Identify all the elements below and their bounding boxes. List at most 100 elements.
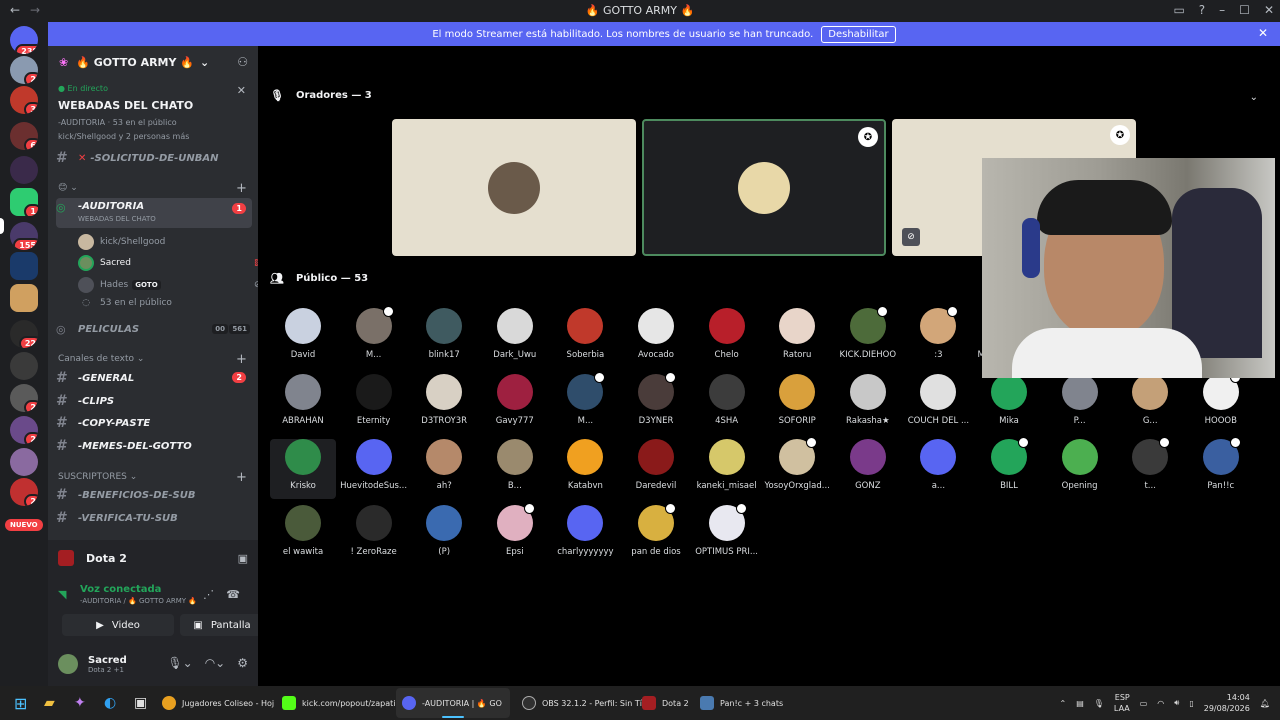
server-icon[interactable]: 6 [10, 122, 38, 150]
invite-icon[interactable]: ⚇ [237, 55, 248, 69]
microphone-icon[interactable]: 🎙︎⌄ [167, 656, 192, 670]
home-icon[interactable]: 238 [10, 26, 38, 54]
voice-channel-info[interactable]: -AUDITORIA / 🔥 GOTTO ARMY 🔥 [80, 597, 248, 605]
voice-user[interactable]: Hades GOTO ⊘ [78, 277, 262, 293]
server-icon-gotto[interactable]: 1 [10, 188, 38, 216]
channel-copy-paste[interactable]: # -COPY-PASTE [56, 413, 252, 433]
voice-user[interactable]: Sacred ▨ [78, 255, 263, 271]
audience-member[interactable]: :3 [905, 306, 971, 368]
taskbar-app-discord[interactable]: -AUDITORIA | 🔥 GO [402, 694, 502, 712]
audience-member[interactable]: P... [1047, 373, 1113, 434]
current-user[interactable]: Sacred Dota 2 +1 🎙︎⌄ ◠⌄ ⚙ [58, 650, 248, 678]
audience-member[interactable]: Katabvn [552, 439, 618, 499]
category-emoji[interactable]: 😊 ⌄ + [58, 181, 247, 196]
volume-icon[interactable]: 🔊︎ [1174, 698, 1179, 708]
audience-member[interactable]: David [270, 308, 336, 368]
audience-member[interactable]: KICK.DIEHOO [835, 306, 901, 368]
channel-clips[interactable]: # -CLIPS [56, 391, 252, 411]
headphones-icon[interactable]: ◠⌄ [205, 656, 226, 670]
taskbar-app[interactable]: kick.com/popout/zapati [282, 694, 396, 712]
add-channel-icon[interactable]: + [236, 470, 247, 485]
audience-member[interactable]: Avocado [623, 308, 689, 368]
noise-suppression-icon[interactable]: ⋰ [203, 588, 214, 601]
audience-member[interactable]: Epsi [482, 502, 548, 565]
server-icon[interactable]: 155 [10, 222, 38, 250]
category-subs[interactable]: SUSCRIPTORES ⌄ + [58, 470, 247, 485]
audience-member[interactable]: D3YNER [623, 371, 689, 434]
server-icon[interactable]: 2 [10, 478, 38, 506]
audience-member[interactable]: YosoyOrxglad... [764, 437, 830, 499]
channel-peliculas[interactable]: ◎ PELICULAS 00 561 [56, 319, 252, 339]
audience-member[interactable]: Eternity [341, 373, 407, 434]
audience-member[interactable]: SOFORIP [764, 373, 830, 434]
help-icon[interactable]: ? [1199, 3, 1205, 17]
activity-icon[interactable]: ▣ [238, 552, 248, 565]
server-icon[interactable]: 2 [10, 384, 38, 412]
audience-member[interactable]: GONZ [835, 439, 901, 499]
audience-member[interactable]: Ratoru [764, 308, 830, 368]
taskbar-app[interactable]: Dota 2 [642, 694, 689, 712]
channel-auditoria[interactable]: ◎ -AUDITORIA WEBADAS DEL CHATO 1 [56, 198, 252, 228]
voice-user[interactable]: kick/Shellgood [78, 234, 165, 250]
audience-member[interactable]: ABRAHAN [270, 373, 336, 434]
audience-member[interactable]: M... [341, 306, 407, 368]
speaker-tile[interactable]: ✪ [642, 119, 886, 256]
audience-member[interactable]: 4SHA [694, 373, 760, 434]
store-icon[interactable]: ▣ [134, 695, 147, 711]
live-event-card[interactable]: ● En directo WEBADAS DEL CHATO -AUDITORI… [48, 80, 258, 150]
maximize-button[interactable]: ☐ [1239, 3, 1250, 17]
audience-member[interactable]: ! ZeroRaze [341, 504, 407, 565]
file-explorer-icon[interactable]: ▰ [44, 695, 55, 711]
server-icon[interactable] [10, 352, 38, 380]
screen-share-button[interactable]: ▣ Pantalla [180, 614, 264, 636]
audience-member[interactable]: ah? [411, 439, 477, 499]
chevron-up-icon[interactable]: ⌃ [1060, 699, 1067, 708]
chevron-down-icon[interactable]: ⌄ [1250, 92, 1258, 103]
wifi-icon[interactable]: ◠ [1157, 699, 1164, 708]
channel-general[interactable]: # -GENERAL 2 [56, 368, 252, 388]
audience-member[interactable]: blink17 [411, 308, 477, 368]
gear-icon[interactable]: ⚙ [237, 656, 248, 670]
server-icon[interactable] [10, 252, 38, 280]
server-icon[interactable]: 2 [10, 56, 38, 84]
audience-member[interactable]: B... [482, 439, 548, 499]
add-channel-icon[interactable]: + [236, 352, 247, 367]
guild-header[interactable]: ❀ 🔥 GOTTO ARMY 🔥 ⌄ ⚇ [48, 46, 258, 78]
audience-member[interactable]: M... [552, 371, 618, 434]
channel-verifica[interactable]: # -VERIFICA-TU-SUB [56, 508, 252, 528]
clock[interactable]: 14:04 29/08/2026 [1204, 692, 1250, 714]
channel-memes[interactable]: # -MEMES-DEL-GOTTO [56, 436, 252, 456]
audience-member[interactable]: Krisko [270, 439, 336, 499]
audience-member[interactable]: Pan!!c [1188, 437, 1254, 499]
edge-icon[interactable]: ◐ [104, 695, 116, 711]
video-button[interactable]: ▶ Video [62, 614, 174, 636]
server-icon[interactable] [10, 448, 38, 476]
audience-member[interactable]: Daredevil [623, 439, 689, 499]
close-window-button[interactable]: ✕ [1264, 3, 1274, 17]
copilot-icon[interactable]: ✦ [74, 695, 86, 711]
add-channel-icon[interactable]: + [236, 181, 247, 196]
audience-member[interactable]: charlyyyyyyy [552, 504, 618, 565]
server-icon[interactable] [10, 156, 38, 184]
audience-member[interactable]: a... [905, 439, 971, 499]
audience-member[interactable]: D3TROY3R [411, 373, 477, 434]
audience-member[interactable]: Dark_Uwu [482, 308, 548, 368]
taskbar-app[interactable]: OBS 32.1.2 - Perfil: Sin Tí [522, 694, 642, 712]
channel-unban[interactable]: # ✕ -SOLICITUD-DE-UNBAN [56, 148, 252, 168]
audience-member[interactable]: Opening [1047, 439, 1113, 499]
network-icon[interactable]: ▭ [1140, 699, 1148, 708]
audience-member[interactable]: HuevitodeSus... [340, 439, 407, 499]
taskbar-app[interactable]: Pan!c + 3 chats [700, 694, 783, 712]
audience-member[interactable]: (P) [411, 504, 477, 565]
close-event-icon[interactable]: ✕ [237, 84, 246, 97]
activity-row[interactable]: Dota 2 ▣ [58, 546, 248, 570]
audience-member[interactable]: Rakasha★ [835, 373, 901, 434]
tray-app-icon[interactable]: ▤ [1076, 699, 1084, 708]
taskbar-app[interactable]: Jugadores Coliseo - Hoj [162, 694, 274, 712]
server-icon[interactable]: 3 [10, 86, 38, 114]
audience-member[interactable]: pan de dios [623, 502, 689, 565]
audience-count[interactable]: ◌ 53 en el público [78, 298, 172, 308]
audience-member[interactable]: el wawita [270, 504, 336, 565]
audience-member[interactable]: t... [1117, 437, 1183, 499]
audience-member[interactable]: Soberbia [552, 308, 618, 368]
